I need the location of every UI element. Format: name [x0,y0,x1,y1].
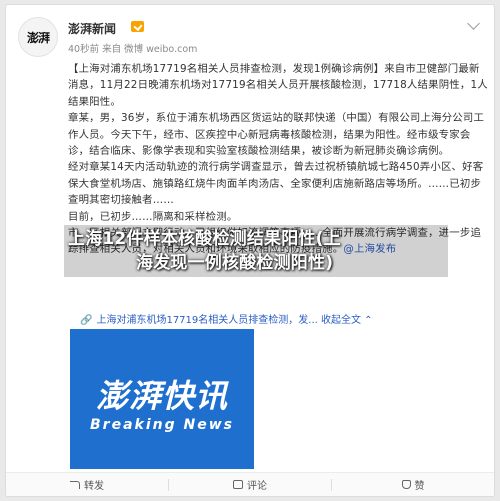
post-paragraph-3: 经对章某14天内活动轨迹的流行病学调查显示，曾去过祝桥镇航城七路450弄小区、好… [68,161,484,207]
forward-label: 转发 [84,481,104,492]
post-meta: 40秒前 来自 微博 weibo.com [68,44,198,55]
post-actions: 转发 评论 赞 [6,472,494,496]
post-paragraph-2: 章某，男，36岁，系位于浦东机场西区货运站的联邦快递（中国）有限公司上海分公司工… [68,112,485,158]
overlay-headline: 上海12件样本核酸检测结果阳性(上 海发现一例核酸检测阳性) [68,227,446,275]
collapse-button[interactable]: 收起全文 [321,315,361,326]
chevron-down-icon[interactable] [467,17,480,30]
post-paragraph-4: 目前，已初步……隔离和采样检测。 [68,210,238,223]
forward-button[interactable]: 转发 [6,477,168,492]
thumbs-up-icon [401,480,411,489]
link-icon: 🔗 [80,315,93,326]
overlay-line-1: 上海12件样本核酸检测结果阳性(上 [68,229,341,249]
username[interactable]: 澎湃新闻 [68,20,116,37]
chevron-up-icon[interactable]: ⌃ [361,315,372,326]
post-header: 澎湃 澎湃新闻 40秒前 来自 微博 weibo.com [18,17,482,59]
like-button[interactable]: 赞 [332,477,494,492]
comment-icon [233,480,243,489]
avatar[interactable]: 澎湃 [18,17,58,57]
avatar-text: 澎湃 [26,30,50,45]
weibo-post-card: 澎湃 澎湃新闻 40秒前 来自 微博 weibo.com 【上海对浦东机场177… [5,4,495,497]
image-brand-text: 澎湃快讯 [95,377,228,415]
comment-label: 评论 [247,481,267,492]
overlay-line-2: 海发现一例核酸检测阳性) [136,253,334,273]
verified-icon [131,21,144,32]
like-label: 赞 [414,481,425,492]
comment-button[interactable]: 评论 [169,477,331,492]
article-link-row[interactable]: 🔗 上海对浦东机场17719名相关人员排查检测，发... 收起全文 ⌃ [80,311,373,326]
post-image[interactable]: 澎湃快讯 Breaking News [70,329,254,469]
article-link[interactable]: 上海对浦东机场17719名相关人员排查检测，发... [96,315,317,326]
image-sub-text: Breaking News [90,417,234,433]
forward-icon [70,480,80,489]
post-title: 【上海对浦东机场17719名相关人员排查检测，发现1例确诊病例】 [68,63,385,75]
